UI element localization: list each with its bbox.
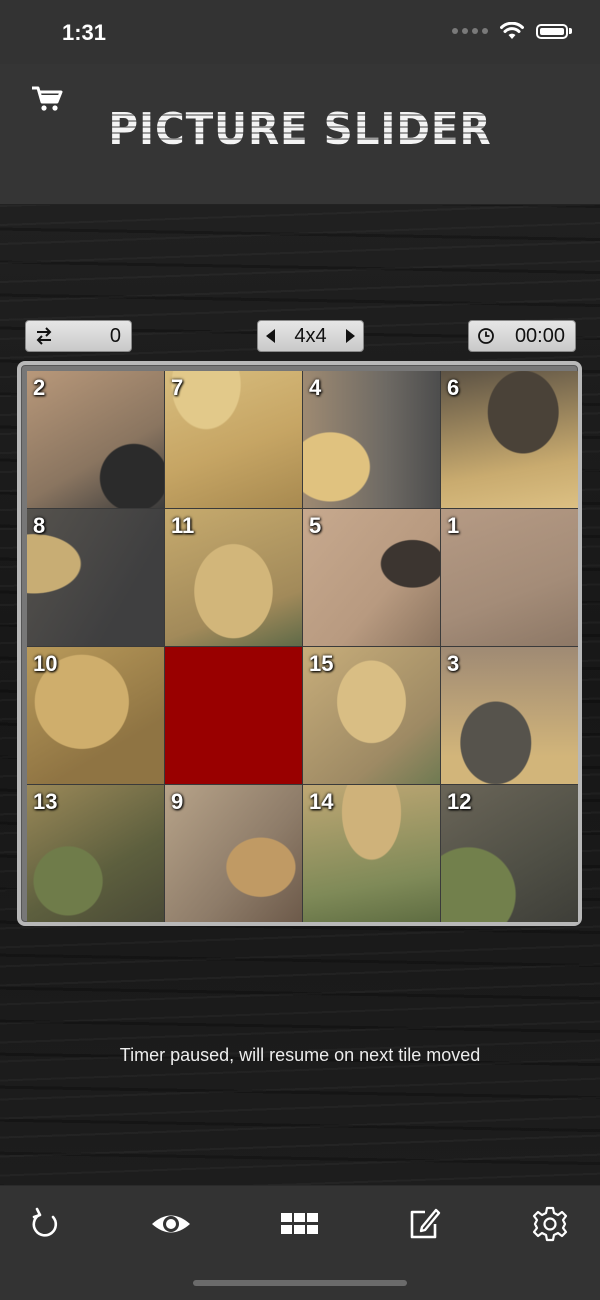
tile-number: 7 (171, 375, 184, 400)
app-logo-title: PICTURE SLIDER (24, 104, 576, 155)
puzzle-size-selector[interactable]: 4x4 (257, 320, 364, 352)
tile-number: 14 (309, 789, 334, 814)
puzzle-tile[interactable]: 3 (441, 647, 578, 784)
size-decrease-icon[interactable] (266, 329, 275, 343)
tile-number: 11 (171, 513, 195, 538)
tile-number: 2 (33, 375, 46, 400)
grid-icon[interactable] (280, 1204, 320, 1244)
tile-number: 12 (447, 789, 472, 814)
puzzle-tile[interactable]: 2 (27, 371, 164, 508)
puzzle-tile[interactable]: 10 (27, 647, 164, 784)
puzzle-tile[interactable]: 6 (441, 371, 578, 508)
puzzle-board: 2 7 4 6 8 11 5 1 10 15 3 13 9 14 12 (17, 361, 582, 926)
size-increase-icon[interactable] (346, 329, 355, 343)
puzzle-tile[interactable]: 11 (165, 509, 302, 646)
timer-display: 00:00 (468, 320, 576, 352)
puzzle-tile[interactable]: 13 (27, 785, 164, 922)
status-time: 1:31 (62, 20, 107, 45)
puzzle-tile[interactable]: 4 (303, 371, 440, 508)
swap-arrows-icon (36, 327, 52, 345)
tile-number: 5 (309, 513, 322, 538)
tile-number: 13 (33, 789, 58, 814)
puzzle-tile[interactable]: 14 (303, 785, 440, 922)
clock-icon (478, 328, 494, 344)
empty-slot[interactable] (165, 647, 302, 784)
puzzle-tile[interactable]: 5 (303, 509, 440, 646)
cellular-signal-icon (452, 28, 488, 34)
puzzle-tile[interactable]: 9 (165, 785, 302, 922)
puzzle-tile[interactable]: 8 (27, 509, 164, 646)
restart-icon[interactable] (25, 1204, 65, 1244)
puzzle-tile[interactable]: 1 (441, 509, 578, 646)
timer-value: 00:00 (514, 324, 565, 347)
status-bar: 1:31 (0, 0, 600, 64)
tile-number: 10 (33, 651, 58, 676)
puzzle-grid: 2 7 4 6 8 11 5 1 10 15 3 13 9 14 12 (27, 371, 578, 922)
home-indicator (193, 1280, 407, 1286)
tile-number: 15 (309, 651, 334, 676)
tile-number: 8 (33, 513, 46, 538)
battery-icon (536, 23, 572, 39)
moves-counter: 0 (25, 320, 132, 352)
tile-number: 6 (447, 375, 460, 400)
app-header: PICTURE SLIDER (0, 64, 600, 205)
puzzle-size-label: 4x4 (294, 324, 327, 347)
puzzle-tile[interactable]: 7 (165, 371, 302, 508)
puzzle-tile[interactable]: 15 (303, 647, 440, 784)
puzzle-tile[interactable]: 12 (441, 785, 578, 922)
edit-icon[interactable] (405, 1204, 445, 1244)
gear-icon[interactable] (530, 1204, 570, 1244)
eye-icon[interactable] (149, 1204, 193, 1244)
status-message: Timer paused, will resume on next tile m… (119, 1045, 481, 1065)
tile-number: 9 (171, 789, 184, 814)
tile-number: 1 (447, 513, 460, 538)
status-indicators (452, 22, 572, 40)
tile-number: 3 (447, 651, 460, 676)
tile-number: 4 (309, 375, 322, 400)
wifi-icon (500, 22, 524, 39)
moves-value: 0 (109, 324, 121, 347)
